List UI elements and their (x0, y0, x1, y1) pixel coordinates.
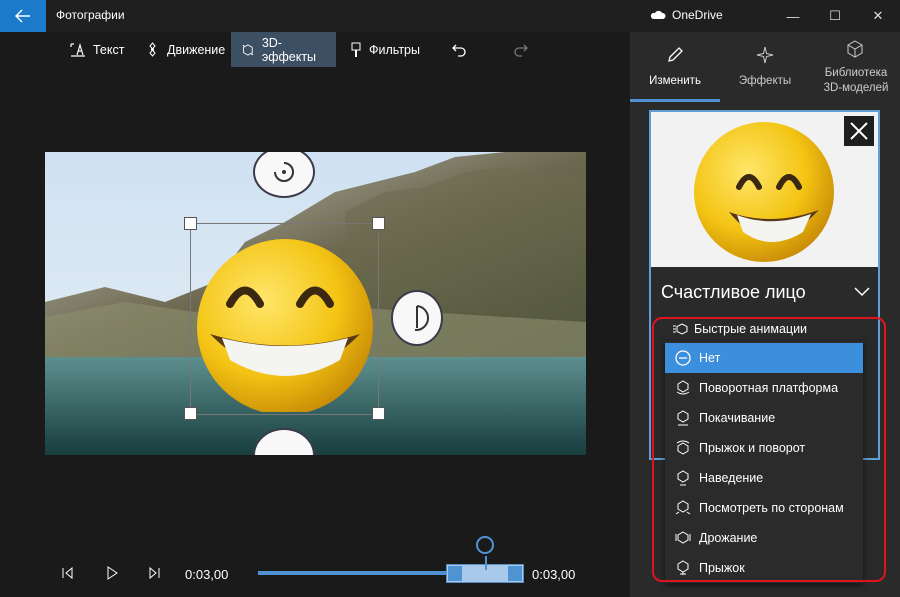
active-tab-indicator (630, 99, 720, 102)
trim-start-handle[interactable] (448, 566, 462, 581)
pencil-icon (668, 47, 683, 62)
next-frame-button[interactable] (148, 566, 162, 585)
resize-handle[interactable] (372, 217, 385, 230)
play-icon (107, 566, 118, 580)
trim-end-handle[interactable] (508, 566, 522, 581)
highlight-outline (652, 317, 886, 582)
filters-tool-label: Фильтры (369, 42, 420, 57)
current-time: 0:03,00 (185, 567, 229, 582)
close-icon (850, 122, 868, 140)
remove-model-button[interactable] (844, 116, 874, 146)
redo-button[interactable] (503, 32, 539, 67)
timeline-progress (258, 571, 450, 575)
tab-effects-label: Эффекты (738, 75, 792, 87)
3d-effects-icon (242, 43, 254, 56)
tab-edit-label: Изменить (649, 75, 701, 87)
step-forward-icon (149, 566, 160, 580)
tab-3d-library[interactable]: Библиотека 3D-моделей (810, 32, 900, 102)
resize-handle[interactable] (184, 407, 197, 420)
onedrive-label: OneDrive (672, 8, 723, 22)
filters-tool-button[interactable]: Фильтры (340, 32, 430, 67)
model-name: Счастливое лицо (661, 282, 806, 302)
rotate-icon (274, 162, 294, 182)
close-window-button[interactable]: ✕ (855, 0, 900, 32)
3d-effects-tool-button[interactable]: 3D-эффекты (231, 32, 336, 67)
motion-icon (149, 42, 156, 57)
redo-icon (514, 44, 528, 57)
3d-effects-tool-label: 3D-эффекты (261, 35, 317, 64)
rotate-vertical-handle[interactable] (391, 290, 443, 346)
title-bar (0, 0, 900, 32)
maximize-button[interactable]: ☐ (812, 0, 858, 32)
app-title: Фотографии (56, 8, 125, 22)
rotate-horizontal-handle[interactable] (253, 152, 315, 198)
minimize-button[interactable]: — (770, 0, 816, 32)
cube-icon (847, 40, 863, 58)
sparkle-icon (756, 46, 774, 64)
text-tool-button[interactable]: Текст (60, 32, 134, 67)
back-arrow-icon (15, 9, 30, 23)
play-button[interactable] (105, 566, 119, 585)
tab-effects[interactable]: Эффекты (720, 32, 810, 102)
playhead-line (485, 556, 487, 570)
previous-frame-button[interactable] (60, 566, 74, 585)
chevron-down-icon[interactable] (854, 287, 870, 297)
selection-box (190, 223, 379, 415)
rotate-vertical-icon (414, 305, 429, 332)
model-preview (651, 112, 878, 267)
onedrive-status[interactable]: OneDrive (650, 8, 723, 22)
undo-icon (452, 44, 466, 57)
step-back-icon (62, 566, 73, 580)
motion-tool-button[interactable]: Движение (135, 32, 235, 67)
resize-handle[interactable] (372, 407, 385, 420)
tab-edit[interactable]: Изменить (630, 32, 720, 102)
end-time: 0:03,00 (532, 567, 576, 582)
photo-canvas[interactable] (45, 152, 586, 455)
resize-handle[interactable] (184, 217, 197, 230)
back-button[interactable] (0, 0, 46, 32)
brush-icon (351, 42, 361, 57)
playhead-handle[interactable] (476, 536, 494, 554)
cloud-icon (650, 10, 666, 19)
text-icon (70, 42, 85, 57)
undo-button[interactable] (441, 32, 477, 67)
motion-tool-label: Движение (167, 42, 226, 57)
tab-3d-library-label: Библиотека 3D-моделей (823, 67, 889, 94)
text-tool-label: Текст (93, 42, 125, 57)
